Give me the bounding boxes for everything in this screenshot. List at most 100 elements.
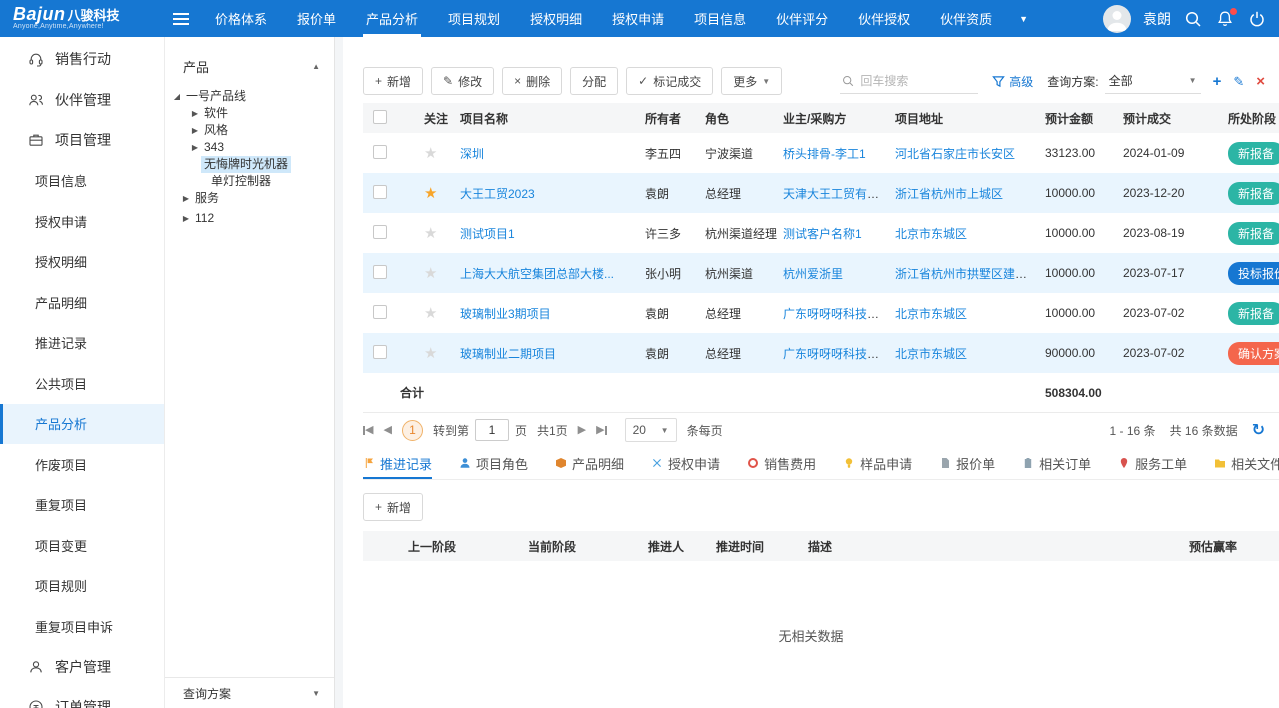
project-name-link[interactable]: 深圳	[460, 147, 484, 161]
project-name-link[interactable]: 大王工贸2023	[460, 187, 535, 201]
address-link[interactable]: 北京市东城区	[895, 227, 967, 241]
sidebar-item-duplicate-projects[interactable]: 重复项目	[0, 485, 164, 526]
sidebar-item-duplicate-appeal[interactable]: 重复项目申诉	[0, 606, 164, 647]
collapsed-arrow-icon[interactable]: ▶	[189, 105, 201, 122]
collapsed-arrow-icon[interactable]: ▶	[180, 190, 192, 207]
tree-node-lamp-controller[interactable]: 单灯控制器	[165, 173, 334, 190]
menu-toggle-icon[interactable]	[162, 0, 200, 37]
tree-node-style[interactable]: ▶风格	[165, 122, 334, 139]
assign-button[interactable]: 分配	[570, 67, 618, 95]
row-checkbox[interactable]	[373, 345, 387, 359]
table-row[interactable]: ★ 测试项目1 许三多 杭州渠道经理 测试客户名称1 北京市东城区 10000.…	[363, 213, 1279, 253]
sidebar-item-project-changes[interactable]: 项目变更	[0, 525, 164, 566]
select-all-checkbox[interactable]	[373, 110, 387, 124]
nav-item-partner-score[interactable]: 伙伴评分	[761, 0, 843, 37]
tab-progress-records[interactable]: 推进记录	[363, 447, 432, 479]
nav-item-partner-auth[interactable]: 伙伴授权	[843, 0, 925, 37]
star-icon[interactable]: ★	[424, 265, 437, 282]
star-icon[interactable]: ★	[424, 305, 437, 322]
table-row[interactable]: ★ 上海大大航空集团总部大楼... 张小明 杭州渠道 杭州爱浙里 浙江省杭州市拱…	[363, 253, 1279, 293]
project-name-link[interactable]: 玻璃制业二期项目	[460, 347, 556, 361]
row-checkbox[interactable]	[373, 265, 387, 279]
nav-item-auth-detail[interactable]: 授权明细	[515, 0, 597, 37]
star-icon[interactable]: ★	[424, 145, 437, 162]
next-page-icon[interactable]: ▶	[578, 425, 586, 436]
sidebar-item-progress-records[interactable]: 推进记录	[0, 323, 164, 364]
sidebar-item-project-info[interactable]: 项目信息	[0, 161, 164, 202]
project-name-link[interactable]: 测试项目1	[460, 227, 515, 241]
buyer-link[interactable]: 广东呀呀呀科技有限...	[783, 307, 895, 321]
address-link[interactable]: 浙江省杭州市拱墅区建国北...	[895, 267, 1045, 281]
query-plan-footer[interactable]: 查询方案 ▼	[165, 677, 334, 708]
tree-node-product-line-1[interactable]: ◢一号产品线	[165, 88, 334, 105]
tab-sales-expense[interactable]: 销售费用	[747, 447, 816, 479]
tree-node-time-machine-selected[interactable]: 无悔牌时光机器	[165, 156, 334, 173]
detail-add-button[interactable]: +新增	[363, 493, 423, 521]
row-checkbox[interactable]	[373, 185, 387, 199]
add-plan-plus-icon[interactable]: +	[1213, 74, 1222, 89]
sidebar-item-product-analysis[interactable]: 产品分析	[0, 404, 164, 445]
nav-item-price-system[interactable]: 价格体系	[200, 0, 282, 37]
app-logo[interactable]: Bajun 八骏科技 Anyone,Anytime,Anywhere!	[0, 0, 162, 37]
add-button[interactable]: +新增	[363, 67, 423, 95]
sidebar-group-order-management[interactable]: 订单管理	[0, 687, 164, 708]
sidebar-item-auth-detail[interactable]: 授权明细	[0, 242, 164, 283]
buyer-link[interactable]: 桥头排骨-李工1	[783, 147, 866, 161]
search-icon[interactable]	[1183, 9, 1203, 29]
row-checkbox[interactable]	[373, 305, 387, 319]
page-size-select[interactable]: 20 ▼	[625, 418, 677, 442]
collapse-up-icon[interactable]: ▲	[312, 62, 320, 71]
star-icon[interactable]: ★	[424, 345, 437, 362]
sidebar-group-partner-management[interactable]: 伙伴管理	[0, 80, 164, 121]
address-link[interactable]: 河北省石家庄市长安区	[895, 147, 1015, 161]
row-checkbox[interactable]	[373, 225, 387, 239]
delete-button[interactable]: ×删除	[502, 67, 562, 95]
buyer-link[interactable]: 测试客户名称1	[783, 227, 862, 241]
query-plan-select[interactable]: 全部 ▼	[1105, 68, 1201, 94]
tab-product-detail[interactable]: 产品明细	[555, 447, 624, 479]
tab-project-roles[interactable]: 项目角色	[459, 447, 528, 479]
collapsed-arrow-icon[interactable]: ▶	[189, 122, 201, 139]
project-name-link[interactable]: 玻璃制业3期项目	[460, 307, 551, 321]
buyer-link[interactable]: 广东呀呀呀科技有限...	[783, 347, 895, 361]
table-row[interactable]: ★ 玻璃制业3期项目 袁朗 总经理 广东呀呀呀科技有限... 北京市东城区 10…	[363, 293, 1279, 333]
tree-node-112[interactable]: ▶112	[165, 210, 334, 227]
prev-page-icon[interactable]: ◀	[383, 425, 391, 436]
tab-related-orders[interactable]: 相关订单	[1022, 447, 1091, 479]
sidebar-item-public-projects[interactable]: 公共项目	[0, 363, 164, 404]
first-page-icon[interactable]: ◀	[363, 425, 373, 436]
star-icon-filled[interactable]: ★	[424, 185, 437, 202]
sidebar-item-product-detail[interactable]: 产品明细	[0, 282, 164, 323]
last-page-icon[interactable]: ▶	[596, 425, 606, 436]
logout-power-icon[interactable]	[1247, 9, 1267, 29]
search-input[interactable]	[860, 74, 976, 88]
nav-item-auth-apply[interactable]: 授权申请	[597, 0, 679, 37]
sidebar-item-project-rules[interactable]: 项目规则	[0, 566, 164, 607]
goto-page-input[interactable]	[475, 419, 509, 441]
edit-button[interactable]: ✎修改	[431, 67, 494, 95]
tab-sample-apply[interactable]: 样品申请	[843, 447, 912, 479]
sidebar-item-voided-projects[interactable]: 作废项目	[0, 444, 164, 485]
nav-overflow-chevron-down-icon[interactable]: ▼	[1007, 0, 1040, 37]
more-button[interactable]: 更多▼	[721, 67, 782, 95]
table-row[interactable]: ★ 大王工贸2023 袁朗 总经理 天津大王工贸有限公司 浙江省杭州市上城区 1…	[363, 173, 1279, 213]
user-avatar[interactable]	[1103, 5, 1131, 33]
buyer-link[interactable]: 天津大王工贸有限公司	[783, 187, 895, 201]
table-row[interactable]: ★ 深圳 李五四 宁波渠道 桥头排骨-李工1 河北省石家庄市长安区 33123.…	[363, 133, 1279, 173]
address-link[interactable]: 北京市东城区	[895, 307, 967, 321]
address-link[interactable]: 北京市东城区	[895, 347, 967, 361]
tab-service-tickets[interactable]: 服务工单	[1118, 447, 1187, 479]
row-checkbox[interactable]	[373, 145, 387, 159]
expanded-arrow-icon[interactable]: ◢	[171, 88, 183, 105]
nav-item-project-rules[interactable]: 项目规划	[433, 0, 515, 37]
tab-quotation[interactable]: 报价单	[939, 447, 995, 479]
tree-node-software[interactable]: ▶软件	[165, 105, 334, 122]
collapsed-arrow-icon[interactable]: ▶	[180, 210, 192, 227]
sidebar-item-auth-apply[interactable]: 授权申请	[0, 201, 164, 242]
edit-plan-pencil-icon[interactable]: ✎	[1233, 75, 1244, 88]
project-name-link[interactable]: 上海大大航空集团总部大楼...	[460, 267, 614, 281]
nav-item-quotation[interactable]: 报价单	[282, 0, 351, 37]
tree-node-service[interactable]: ▶服务	[165, 190, 334, 207]
nav-item-project-info[interactable]: 项目信息	[679, 0, 761, 37]
table-row[interactable]: ★ 玻璃制业二期项目 袁朗 总经理 广东呀呀呀科技有限... 北京市东城区 90…	[363, 333, 1279, 373]
